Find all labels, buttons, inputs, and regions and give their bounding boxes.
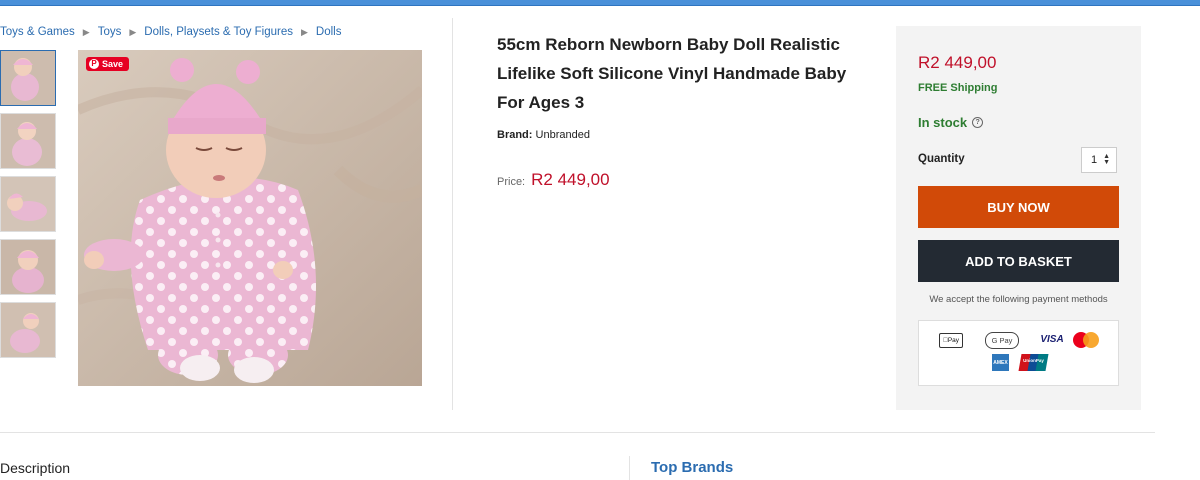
product-price: Price: R2 449,00: [497, 170, 610, 190]
product-thumbnail[interactable]: [0, 302, 56, 358]
price-label: Price:: [497, 176, 526, 188]
brand-label: Brand:: [497, 129, 533, 141]
unionpay-icon: UnionPay: [1018, 354, 1049, 371]
chevron-right-icon: ▶: [82, 26, 90, 37]
section-column-divider: [629, 456, 630, 480]
section-divider: [0, 432, 1155, 433]
browser-top-bar: [0, 0, 1200, 6]
buy-box: R2 449,00 FREE Shipping In stock ? Quant…: [896, 26, 1141, 410]
thumbnail-strip: [0, 50, 56, 365]
save-label: Save: [102, 59, 124, 69]
brand-value: Unbranded: [535, 129, 590, 141]
add-to-basket-button[interactable]: ADD TO BASKET: [918, 240, 1119, 282]
product-thumbnail[interactable]: [0, 113, 56, 169]
breadcrumb-dolls[interactable]: Dolls: [316, 26, 342, 38]
quantity-select[interactable]: 1 ▲ ▼: [1081, 147, 1117, 173]
main-product-image[interactable]: P Save: [78, 50, 422, 386]
quantity-value: 1: [1091, 154, 1098, 166]
product-thumbnail[interactable]: [0, 50, 56, 106]
description-heading[interactable]: Description: [0, 460, 70, 476]
column-divider: [452, 18, 453, 410]
unionpay-label: UnionPay: [1023, 358, 1044, 363]
breadcrumb-dolls-playsets[interactable]: Dolls, Playsets & Toy Figures: [144, 26, 293, 38]
shipping-info: FREE Shipping: [918, 82, 998, 94]
payment-methods-note: We accept the following payment methods: [929, 294, 1108, 305]
buybox-price: R2 449,00: [918, 53, 997, 72]
breadcrumb-toys[interactable]: Toys: [98, 26, 122, 38]
pinterest-save-button[interactable]: P Save: [86, 57, 130, 71]
product-thumbnail[interactable]: [0, 176, 56, 232]
quantity-label: Quantity: [918, 153, 965, 165]
price-value: R2 449,00: [531, 170, 610, 189]
stock-status: In stock ?: [918, 115, 984, 130]
product-thumbnail[interactable]: [0, 239, 56, 295]
apple-pay-icon: Pay: [939, 333, 963, 348]
breadcrumb-toys-games[interactable]: Toys & Games: [0, 26, 75, 38]
product-brand: Brand: Unbranded: [497, 129, 590, 141]
chevron-right-icon: ▶: [129, 26, 137, 37]
google-pay-icon: G Pay: [985, 332, 1019, 349]
amex-icon: AMEX: [992, 354, 1009, 371]
product-title: 55cm Reborn Newborn Baby Doll Realistic …: [497, 35, 847, 112]
breadcrumb: Toys & Games ▶ Toys ▶ Dolls, Playsets & …: [0, 26, 341, 38]
chevron-right-icon: ▶: [300, 26, 308, 37]
stepper-arrows-icon: ▲ ▼: [1103, 153, 1110, 166]
top-brands-heading[interactable]: Top Brands: [651, 459, 733, 476]
pinterest-icon: P: [89, 59, 99, 69]
visa-icon: VISA: [1040, 334, 1064, 345]
info-icon[interactable]: ?: [972, 117, 984, 128]
buy-now-button[interactable]: BUY NOW: [918, 186, 1119, 228]
mastercard-icon: [1073, 332, 1099, 348]
stock-label: In stock: [918, 115, 968, 130]
payment-methods: Pay G Pay VISA AMEX UnionPay: [918, 320, 1119, 386]
